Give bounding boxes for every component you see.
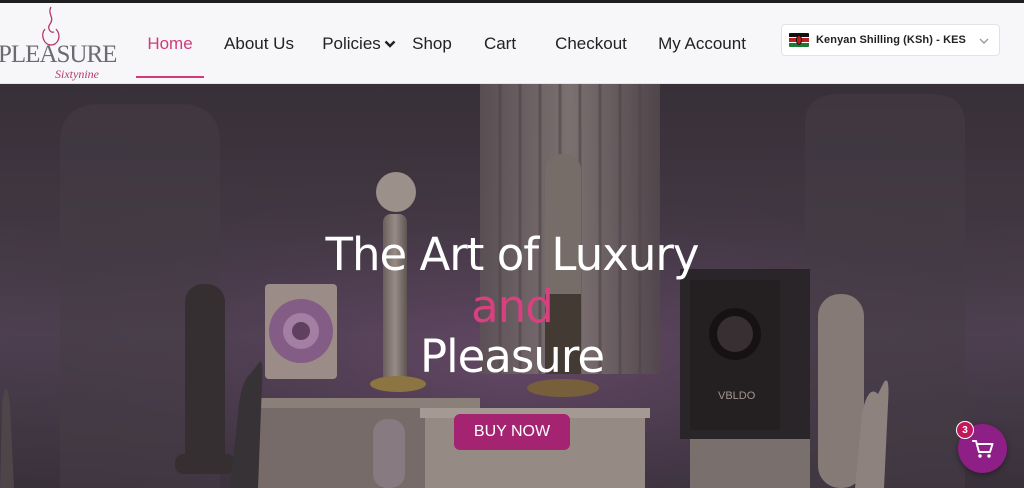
nav-cart[interactable]: Cart — [460, 3, 540, 84]
logo-wordmark: PLEASURE — [0, 41, 117, 68]
currency-label: Kenyan Shilling (KSh) - KES — [816, 34, 966, 46]
nav-checkout-label: Checkout — [555, 33, 627, 53]
currency-switcher[interactable]: Kenyan Shilling (KSh) - KES — [781, 24, 1000, 56]
chevron-down-icon — [384, 34, 396, 54]
site-header: PLEASURE Sixtynine Home About Us Policie… — [0, 3, 1024, 84]
nav-shop-label: Shop — [412, 33, 452, 53]
kenya-flag-icon — [789, 33, 809, 47]
nav-cart-label: Cart — [483, 33, 517, 53]
main-nav: Home About Us Policies Shop Cart Checkou… — [136, 3, 762, 84]
nav-policies-label: Policies — [322, 33, 381, 53]
nav-policies[interactable]: Policies — [314, 3, 404, 84]
cart-icon — [971, 439, 993, 458]
nav-shop[interactable]: Shop — [404, 3, 460, 84]
nav-my-account-label: My Account — [658, 33, 746, 53]
buy-now-button[interactable]: BUY NOW — [454, 414, 570, 450]
hero-title-line-2: and — [471, 280, 554, 333]
hero-title-line-3: Pleasure — [419, 330, 605, 383]
nav-about-us-label: About Us — [224, 33, 294, 53]
hero-title-line-1: The Art of Luxury — [325, 228, 700, 281]
logo-subtitle: Sixtynine — [55, 67, 99, 81]
nav-home-label: Home — [147, 33, 193, 53]
site-logo[interactable]: PLEASURE Sixtynine — [0, 5, 117, 83]
nav-checkout[interactable]: Checkout — [540, 3, 642, 84]
cart-count-badge: 3 — [956, 421, 974, 439]
nav-about-us[interactable]: About Us — [204, 3, 314, 84]
nav-home[interactable]: Home — [136, 3, 204, 84]
nav-my-account[interactable]: My Account — [642, 3, 762, 84]
hero-banner: VBLDO The Art of Luxury and Pleasure BUY… — [0, 84, 1024, 488]
chevron-down-icon — [978, 34, 990, 52]
